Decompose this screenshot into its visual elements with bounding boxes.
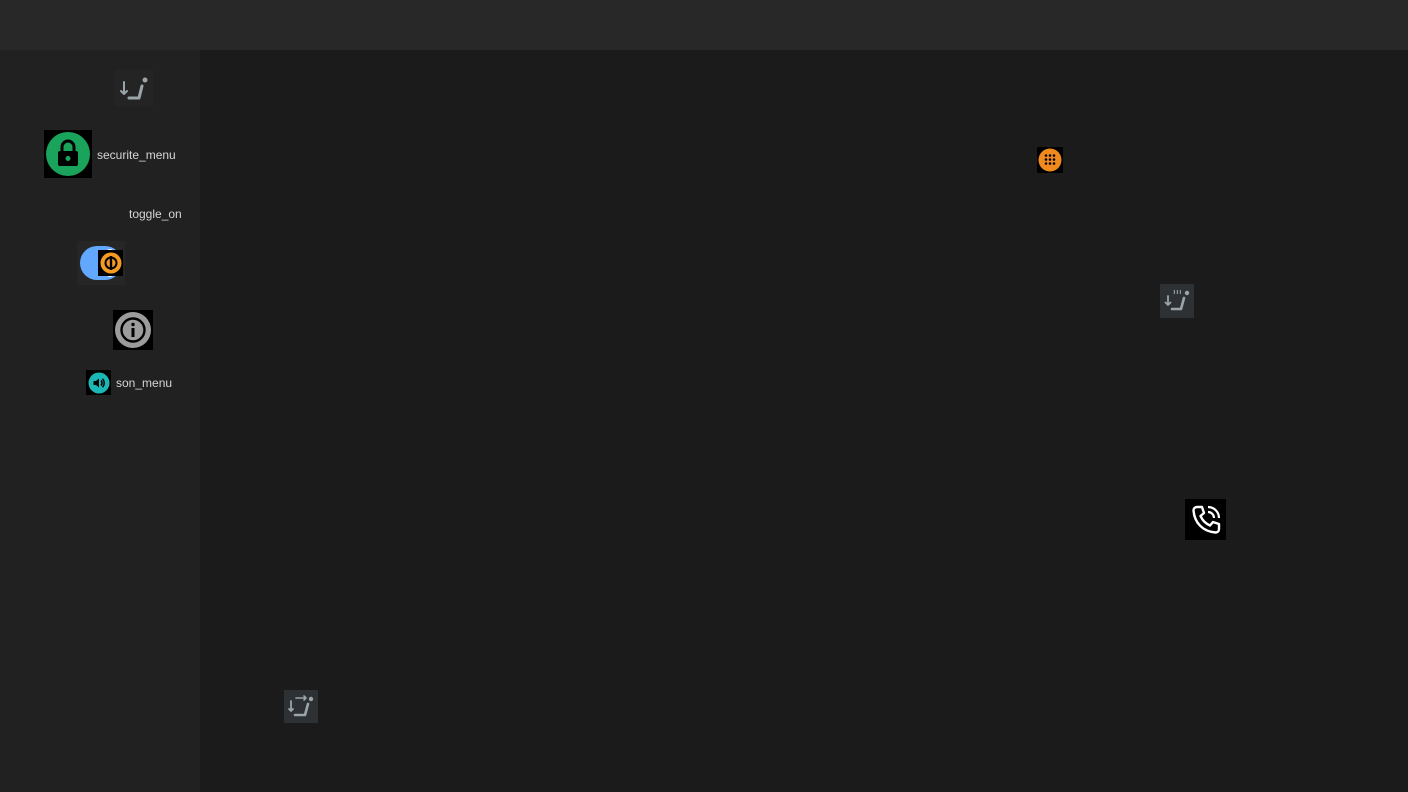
sidebar: securite_menu toggle_on son_menu [0,50,200,792]
main-area [200,50,1408,792]
info-icon [115,312,151,348]
security-menu-button[interactable] [44,130,92,178]
volume-icon [88,372,109,393]
lock-icon [46,132,90,176]
phone-call-icon[interactable] [1185,499,1226,540]
power-badge-icon[interactable] [98,250,123,276]
dialpad-icon[interactable] [1037,147,1063,173]
seat-adjust-icon[interactable] [284,690,318,723]
toggle-on-label: toggle_on [129,207,182,221]
seat-recline-down-icon[interactable] [115,70,153,106]
security-menu-label: securite_menu [97,148,176,162]
info-button[interactable] [113,310,153,350]
sound-menu-button[interactable] [86,370,111,395]
top-bar [0,0,1408,50]
sound-menu-label: son_menu [116,376,173,390]
seat-heat-icon[interactable] [1160,284,1194,318]
